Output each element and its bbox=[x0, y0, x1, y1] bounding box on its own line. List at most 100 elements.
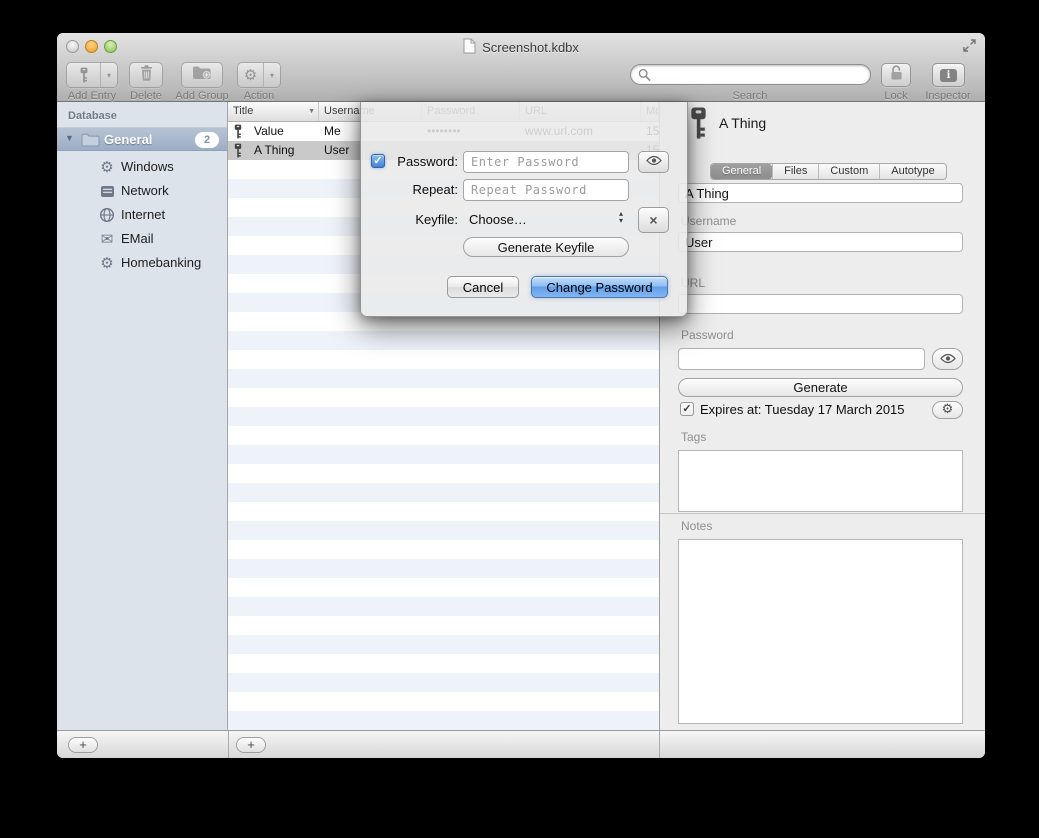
stepper-icon: ▴▾ bbox=[619, 210, 623, 224]
sidebar-item-network[interactable]: Network bbox=[57, 179, 227, 203]
add-entry-label: Add Entry bbox=[68, 90, 116, 102]
expires-settings-button[interactable]: ⚙ bbox=[932, 401, 963, 419]
bottom-bar-divider bbox=[659, 731, 660, 758]
cell-title: A Thing bbox=[228, 141, 319, 160]
inspector-panel: A Thing GeneralFilesCustomAutotype Usern… bbox=[659, 102, 985, 730]
tab-autotype[interactable]: Autotype bbox=[879, 164, 945, 179]
dialog-reveal-password-button[interactable] bbox=[638, 151, 669, 173]
expires-label: Expires at: Tuesday 17 March 2015 bbox=[700, 402, 905, 417]
chevron-down-icon: ▾ bbox=[263, 63, 280, 87]
sidebar-item-homebanking[interactable]: ⚙ Homebanking bbox=[57, 251, 227, 275]
gear-icon: ⚙ bbox=[99, 159, 115, 175]
inspector-label: Inspector bbox=[925, 90, 970, 102]
close-x-icon: × bbox=[649, 212, 657, 228]
reveal-password-button[interactable] bbox=[932, 348, 963, 370]
add-group-button[interactable] bbox=[181, 62, 223, 88]
notes-input[interactable] bbox=[678, 539, 963, 724]
envelope-icon: ✉ bbox=[99, 231, 115, 247]
change-password-button[interactable]: Change Password bbox=[531, 276, 668, 298]
gear-icon: ⚙ bbox=[238, 63, 263, 87]
generate-keyfile-button[interactable]: Generate Keyfile bbox=[463, 237, 629, 257]
sidebar-section-header: Database bbox=[68, 110, 117, 122]
bottom-bar: + + bbox=[57, 730, 985, 758]
lock-label: Lock bbox=[884, 90, 907, 102]
password-enabled-checkbox[interactable] bbox=[371, 154, 385, 168]
document-icon bbox=[463, 38, 476, 57]
trash-icon bbox=[139, 64, 154, 86]
key-icon bbox=[67, 63, 100, 87]
dialog-password-label: Password: bbox=[387, 154, 458, 169]
info-icon: i bbox=[940, 69, 957, 82]
key-icon bbox=[233, 143, 243, 160]
search-icon bbox=[638, 68, 651, 82]
add-entry-button[interactable]: ▾ bbox=[66, 62, 118, 88]
inspector-tabs: GeneralFilesCustomAutotype bbox=[710, 163, 947, 180]
globe-icon bbox=[99, 207, 115, 223]
clear-keyfile-button[interactable]: × bbox=[638, 207, 669, 233]
change-password-dialog: Password: Repeat: Keyfile: Choose… ▴▾ × … bbox=[360, 102, 688, 317]
dialog-repeat-label: Repeat: bbox=[387, 182, 458, 197]
cancel-button[interactable]: Cancel bbox=[447, 276, 519, 298]
chevron-down-icon: ▾ bbox=[100, 63, 117, 87]
url-field[interactable] bbox=[678, 294, 963, 314]
delete-button[interactable] bbox=[129, 62, 163, 88]
dialog-keyfile-label: Keyfile: bbox=[387, 212, 458, 227]
username-label: Username bbox=[681, 214, 736, 228]
sidebar-item-label: Internet bbox=[121, 207, 165, 222]
folder-icon bbox=[81, 133, 100, 152]
key-icon bbox=[233, 124, 243, 141]
key-icon bbox=[688, 106, 709, 145]
lock-button[interactable] bbox=[881, 63, 911, 87]
expires-checkbox[interactable] bbox=[680, 402, 694, 416]
sidebar-item-label: Network bbox=[121, 183, 169, 198]
sidebar-item-windows[interactable]: ⚙ Windows bbox=[57, 155, 227, 179]
sidebar-item-label: EMail bbox=[121, 231, 154, 246]
unlocked-padlock-icon bbox=[889, 64, 904, 86]
section-divider bbox=[660, 513, 985, 514]
fullscreen-icon[interactable] bbox=[963, 39, 976, 57]
window-chrome: Screenshot.kdbx ▾ ⚙ ▾ Add Entry Delete A… bbox=[57, 33, 985, 102]
tab-files[interactable]: Files bbox=[772, 164, 818, 179]
eye-icon bbox=[646, 153, 662, 171]
enter-password-input[interactable] bbox=[463, 151, 629, 173]
notes-label: Notes bbox=[681, 519, 712, 533]
username-field[interactable] bbox=[678, 232, 963, 252]
search-field[interactable] bbox=[630, 64, 871, 85]
keyfile-popup[interactable]: Choose… ▴▾ bbox=[463, 209, 629, 233]
entry-count-badge: 2 bbox=[195, 132, 219, 148]
entry-title: A Thing bbox=[719, 115, 766, 131]
action-label: Action bbox=[244, 90, 275, 102]
repeat-password-input[interactable] bbox=[463, 179, 629, 201]
sidebar-item-label: Windows bbox=[121, 159, 174, 174]
folder-plus-icon bbox=[192, 65, 212, 85]
sidebar: Database ▼ General 2 ⚙ Windows Network Inte… bbox=[57, 102, 228, 730]
tab-custom[interactable]: Custom bbox=[818, 164, 879, 179]
password-field[interactable] bbox=[678, 348, 925, 370]
cell-title: Value bbox=[228, 122, 319, 141]
tags-label: Tags bbox=[681, 430, 706, 444]
eye-icon bbox=[940, 352, 956, 367]
gear-icon: ⚙ bbox=[942, 403, 954, 417]
tags-input[interactable] bbox=[678, 450, 963, 512]
action-button[interactable]: ⚙ ▾ bbox=[237, 62, 281, 88]
delete-label: Delete bbox=[130, 90, 162, 102]
server-icon bbox=[99, 183, 115, 199]
sidebar-item-email[interactable]: ✉ EMail bbox=[57, 227, 227, 251]
generate-password-button[interactable]: Generate bbox=[678, 378, 963, 397]
sort-descending-icon: ▼ bbox=[308, 102, 315, 121]
sidebar-item-label: Homebanking bbox=[121, 255, 201, 270]
column-header-title[interactable]: Title▼ bbox=[228, 102, 319, 121]
password-label: Password bbox=[681, 328, 734, 342]
window-title: Screenshot.kdbx bbox=[482, 40, 579, 55]
sidebar-group-general[interactable]: ▼ General 2 bbox=[57, 127, 227, 151]
disclosure-triangle-icon[interactable]: ▼ bbox=[65, 133, 74, 143]
gear-icon: ⚙ bbox=[99, 255, 115, 271]
tab-general[interactable]: General bbox=[711, 164, 772, 179]
sidebar-item-internet[interactable]: Internet bbox=[57, 203, 227, 227]
inspector-button[interactable]: i bbox=[932, 63, 965, 87]
add-group-plus-button[interactable]: + bbox=[68, 737, 98, 753]
add-entry-plus-button[interactable]: + bbox=[236, 737, 266, 753]
search-input[interactable] bbox=[655, 66, 864, 85]
title-field[interactable] bbox=[678, 183, 963, 203]
app-window: Screenshot.kdbx ▾ ⚙ ▾ Add Entry Delete A… bbox=[57, 33, 985, 758]
